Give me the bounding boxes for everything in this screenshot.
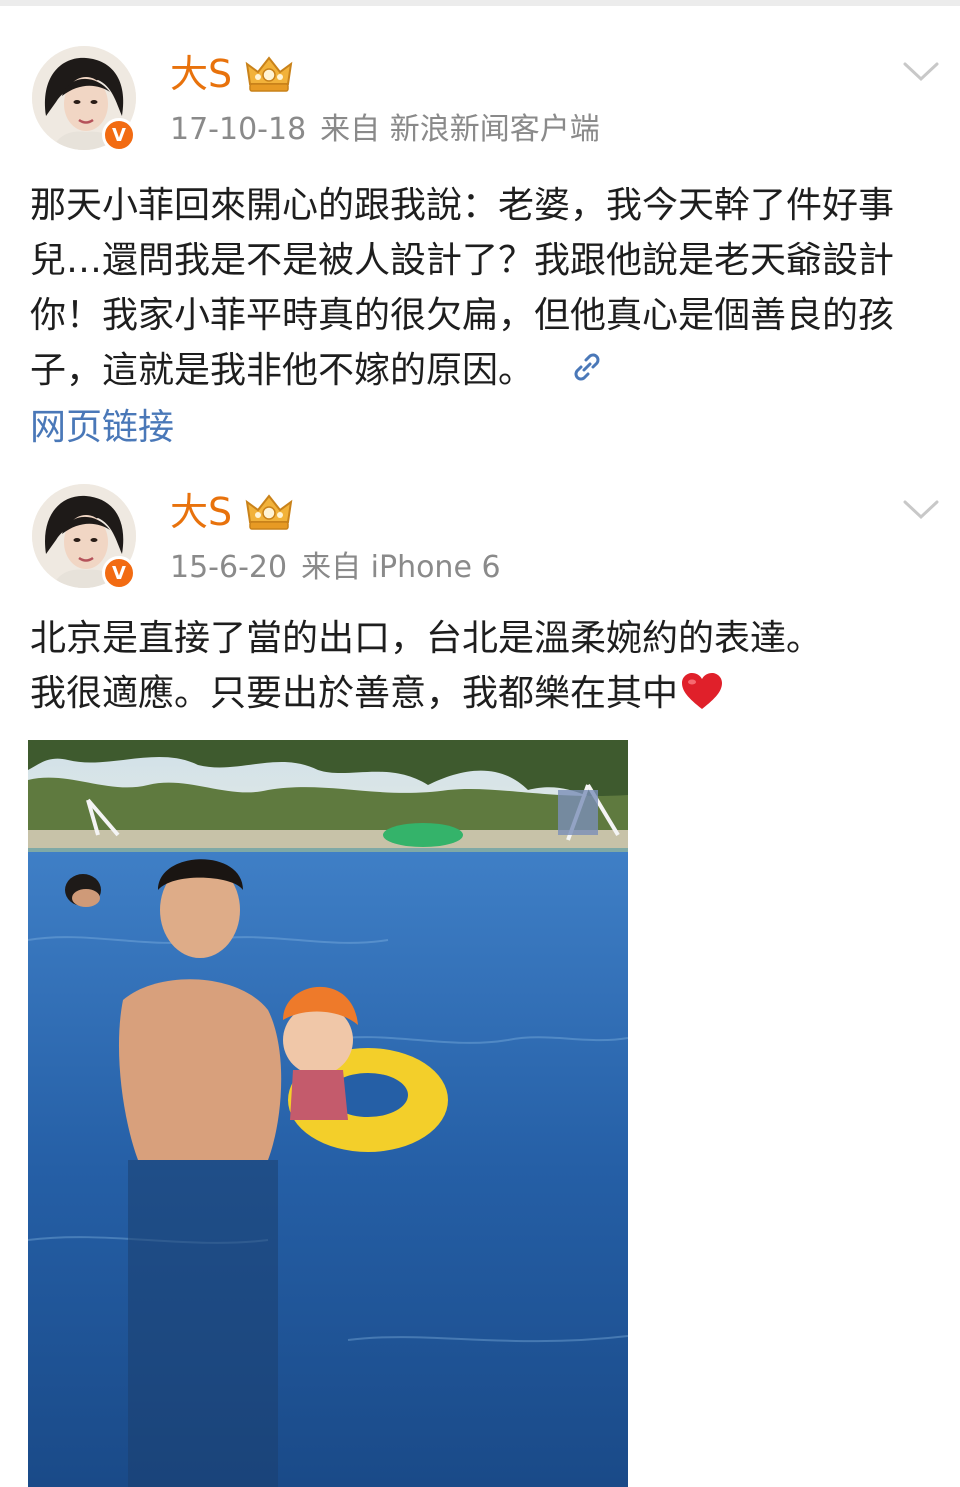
post-date: 15-6-20 xyxy=(170,550,288,585)
chevron-down-icon[interactable] xyxy=(902,60,940,88)
link-icon[interactable] xyxy=(570,345,604,400)
post-body-line-2: 我很適應。只要出於善意，我都樂在其中 xyxy=(30,673,679,714)
verified-badge: V xyxy=(102,118,136,152)
post-body-line-1: 北京是直接了當的出口，台北是溫柔婉約的表達。 xyxy=(30,618,823,659)
chevron-down-icon[interactable] xyxy=(902,498,940,526)
heart-emoji-icon xyxy=(680,671,724,727)
verified-badge: V xyxy=(102,556,136,590)
post-source: iPhone 6 xyxy=(370,550,501,585)
top-divider xyxy=(0,0,960,6)
web-link[interactable]: 网页链接 xyxy=(30,400,930,455)
crown-icon xyxy=(244,54,294,98)
post-meta: 15-6-20 来自 iPhone 6 xyxy=(170,548,501,588)
source-prefix: 来自 xyxy=(301,550,362,585)
source-prefix: 来自 xyxy=(320,112,381,147)
post-source: 新浪新闻客户端 xyxy=(389,112,600,147)
post-body: 那天小菲回來開心的跟我說：老婆，我今天幹了件好事兒…還問我是不是被人設計了？我跟… xyxy=(30,185,895,391)
username[interactable]: 大S xyxy=(170,52,232,96)
post-date: 17-10-18 xyxy=(170,112,307,147)
post-photo[interactable] xyxy=(28,740,628,1487)
username[interactable]: 大S xyxy=(170,490,232,534)
post-meta: 17-10-18 来自 新浪新闻客户端 xyxy=(170,110,600,150)
post-text: 北京是直接了當的出口，台北是溫柔婉約的表達。 我很適應。只要出於善意，我都樂在其… xyxy=(30,611,930,727)
post-text: 那天小菲回來開心的跟我說：老婆，我今天幹了件好事兒…還問我是不是被人設計了？我跟… xyxy=(30,178,930,455)
crown-icon xyxy=(244,492,294,536)
